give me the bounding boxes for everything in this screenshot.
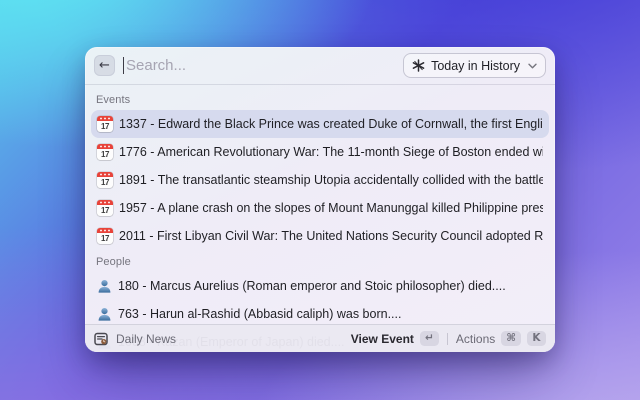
person-icon (97, 279, 112, 294)
today-in-history-icon (412, 59, 425, 72)
list-item[interactable]: 17 1776 - American Revolutionary War: Th… (91, 138, 549, 166)
list-item[interactable]: 17 1957 - A plane crash on the slopes of… (91, 194, 549, 222)
list-item[interactable]: 17 1337 - Edward the Black Prince was cr… (91, 110, 549, 138)
footer-bar: Daily News View Event ↵ Actions ⌘ K (85, 324, 555, 352)
view-event-button[interactable]: View Event ↵ (351, 331, 439, 346)
calendar-icon: 17 (97, 116, 113, 132)
list-item[interactable]: 17 2011 - First Libyan Civil War: The Un… (91, 222, 549, 250)
command-palette-window: ← Today in History Events (85, 47, 555, 352)
list-item[interactable]: 180 - Marcus Aurelius (Roman emperor and… (91, 272, 549, 300)
event-text: 1337 - Edward the Black Prince was creat… (119, 117, 543, 131)
person-icon (97, 307, 112, 322)
event-text: 2011 - First Libyan Civil War: The Unite… (119, 229, 543, 243)
chevron-down-icon (528, 63, 537, 69)
section-header-events: Events (96, 94, 131, 106)
footer-divider (446, 332, 448, 345)
calendar-icon: 17 (97, 200, 113, 216)
text-caret (123, 57, 124, 74)
k-key-badge: K (527, 331, 546, 346)
command-key-badge: ⌘ (501, 331, 521, 346)
command-dropdown-label: Today in History (431, 58, 520, 73)
enter-key-badge: ↵ (419, 331, 439, 346)
footer-actions: View Event ↵ Actions ⌘ K (351, 331, 546, 346)
actions-button[interactable]: Actions ⌘ K (456, 331, 546, 346)
event-text: 1776 - American Revolutionary War: The 1… (119, 145, 543, 159)
footer-app[interactable]: Daily News (94, 332, 343, 346)
event-text: 1957 - A plane crash on the slopes of Mo… (119, 201, 543, 215)
calendar-icon: 17 (97, 172, 113, 188)
person-text: 763 - Harun al-Rashid (Abbasid caliph) w… (118, 307, 402, 321)
results-list: Events 17 1337 - Edward the Black Prince… (85, 85, 555, 352)
person-text: 180 - Marcus Aurelius (Roman emperor and… (118, 279, 506, 293)
calendar-icon: 17 (97, 228, 113, 244)
back-button[interactable]: ← (94, 55, 115, 76)
footer-app-label: Daily News (116, 331, 177, 346)
view-event-label: View Event (350, 331, 414, 346)
daily-news-icon (94, 332, 108, 346)
actions-label: Actions (455, 331, 496, 346)
event-text: 1891 - The transatlantic steamship Utopi… (119, 173, 543, 187)
command-dropdown[interactable]: Today in History (403, 53, 546, 78)
back-arrow-icon: ← (99, 58, 110, 73)
calendar-icon: 17 (97, 144, 113, 160)
search-input[interactable] (126, 57, 396, 74)
search-bar: ← Today in History (85, 47, 555, 85)
section-header-people: People (96, 256, 131, 268)
list-item[interactable]: 17 1891 - The transatlantic steamship Ut… (91, 166, 549, 194)
